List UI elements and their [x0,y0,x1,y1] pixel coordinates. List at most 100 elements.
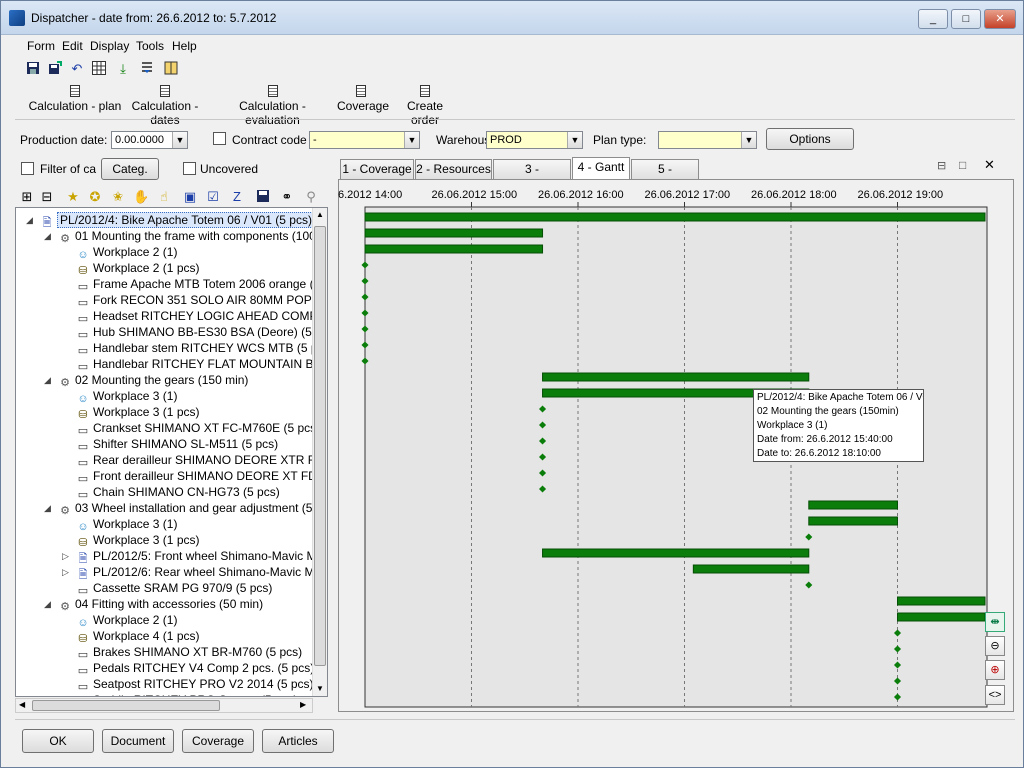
scroll-left-icon[interactable]: ◀ [19,700,25,709]
tree-item[interactable]: ▷🗎PL/2012/5: Front wheel Shimano-Mavic M… [62,548,327,565]
grid-icon[interactable] [91,61,107,77]
calculation-dates-button[interactable]: Calculation - dates [118,83,212,127]
tree-item[interactable]: ▭ Crankset SHIMANO XT FC-M760E (5 pcs) [76,420,320,437]
chevron-down-icon[interactable]: ▼ [741,132,756,148]
panel-close-icon[interactable]: ✕ [984,157,995,173]
gantt-bar[interactable] [542,372,810,382]
calculation-evaluation-button[interactable]: Calculation - evaluation [215,83,330,127]
tab-collisions[interactable]: 5 - Collisions [631,159,699,194]
tree-item[interactable]: ☺ Workplace 3 (1) [76,388,177,405]
close-button[interactable]: ✕ [984,9,1016,29]
collapse-all-icon[interactable]: ⊟ [39,189,55,205]
tree-item[interactable]: ▭Saddle RITCHEY PRO Stream (5 pcs) [76,692,298,696]
tree-item[interactable]: ◢ ⚙ 03 Wheel installation and gear adjustm… [44,500,327,517]
save-tree-icon[interactable] [255,189,271,205]
filter-category-checkbox[interactable] [21,162,34,175]
ok-button[interactable]: OK [22,729,94,753]
menu-tools[interactable]: Tools [136,39,164,53]
tab-resources[interactable]: 2 - Resources [415,159,492,179]
tab-coverage[interactable]: 1 - Coverage [340,159,414,179]
uncovered-checkbox[interactable] [183,162,196,175]
tree-item[interactable]: ▭ Hub SHIMANO BB-ES30 BSA (Deore) (5 pcs) [76,324,327,341]
tree-item[interactable]: ⛁ Workplace 2 (1 pcs) [76,260,199,277]
tree-item[interactable]: ▭Fork RECON 351 SOLO AIR 80MM POPLOC (5 … [76,292,327,309]
plan-type-combo[interactable]: ▼ [658,131,757,149]
tree-expander-icon[interactable]: ◢ [44,596,51,612]
tree-item[interactable]: ⛁ Workplace 3 (1 pcs) [76,404,199,421]
list-icon[interactable] [139,61,155,77]
tree-view[interactable]: ◢ 🗎 PL/2012/4: Bike Apache Totem 06 / V01 … [15,207,328,697]
tree-item[interactable]: ⛁ Workplace 4 (1 pcs) [76,628,199,645]
tree-item[interactable]: ▭ Chain SHIMANO CN-HG73 (5 pcs) [76,484,280,501]
tree-item[interactable]: ◢ 🗎 PL/2012/4: Bike Apache Totem 06 / V01 … [26,212,315,229]
zoom-out-icon[interactable]: ⊖ [985,636,1005,656]
options-button[interactable]: Options [766,128,854,150]
tree-vertical-scrollbar[interactable]: ▲ ▼ [312,208,327,696]
gantt-bar[interactable] [897,596,986,606]
panel-minimize-icon[interactable]: ⊟ [937,159,946,172]
scroll-right-icon[interactable]: ▶ [300,700,306,709]
tree-item[interactable]: ▭ Pedals RITCHEY V4 Comp 2 pcs. (5 pcs) [76,660,314,677]
contract-code-checkbox[interactable] [213,132,226,145]
panel-maximize-icon[interactable]: □ [959,158,966,172]
star-icon[interactable]: ★ [65,189,81,205]
tree-item[interactable]: ▭ Frame Apache MTB Totem 2006 orange (5 p… [76,276,327,293]
contract-code-combo[interactable]: - ▼ [309,131,420,149]
star-plus-icon[interactable]: ✪ [87,189,103,205]
tree-item[interactable]: ◢ ⚙ 02 Mounting the gears (150 min) [44,372,248,389]
category-button[interactable]: Categ. [101,158,159,180]
hand-point-icon[interactable]: ☝ [156,189,172,205]
tree-expander-icon[interactable]: ▷ [62,564,69,580]
zorder-icon[interactable]: Z [229,189,245,205]
import-icon[interactable]: ⤓ [115,61,131,77]
menu-edit[interactable]: Edit [62,39,83,53]
tree-item[interactable]: ▭ Brakes SHIMANO XT BR-M760 (5 pcs) [76,644,302,661]
tree-item[interactable]: ▭ Shifter SHIMANO SL-M511 (5 pcs) [76,436,278,453]
production-date-combo[interactable]: 0.00.0000 ▼ [111,131,188,149]
menu-form[interactable]: Form [27,39,55,53]
gantt-bar[interactable] [364,228,544,238]
menu-display[interactable]: Display [90,39,129,53]
tree-expander-icon[interactable]: ◢ [44,228,51,244]
chevron-down-icon[interactable]: ▼ [567,132,582,148]
calculation-plan-button[interactable]: Calculation - plan [27,83,123,113]
tree-expander-icon[interactable]: ◢ [26,212,33,228]
binoculars-icon[interactable]: ⚭ [279,189,295,205]
undo-icon[interactable]: ↶ [69,61,85,77]
tab-gantt[interactable]: 4 - Gantt [572,157,630,180]
tree-item[interactable]: ▭Headset RITCHEY LOGIC AHEAD COMP V2 (5 … [76,308,327,325]
gantt-bar[interactable] [364,212,986,222]
coverage-button[interactable]: Coverage [182,729,254,753]
filter-icon[interactable]: ⚲ [303,189,319,205]
tree-horizontal-scrollbar[interactable]: ◀ ▶ [15,698,313,713]
warehouse-combo[interactable]: PROD ▼ [486,131,583,149]
maximize-button[interactable]: □ [951,9,981,29]
tree-item[interactable]: ▭ Cassette SRAM PG 970/9 (5 pcs) [76,580,273,597]
gantt-bar[interactable] [808,500,898,510]
tree-item[interactable]: ☺ Workplace 2 (1) [76,612,177,629]
tab-documents[interactable]: 3 - Documents [493,159,571,194]
tree-item[interactable]: ⛁ Workplace 3 (1 pcs) [76,532,199,549]
gantt-bar[interactable] [364,244,544,254]
tree-item[interactable]: ☺ Workplace 2 (1) [76,244,177,261]
select-icon[interactable]: ▣ [182,189,198,205]
gantt-bar[interactable] [808,516,898,526]
chevron-down-icon[interactable]: ▼ [404,132,419,148]
hscroll-thumb[interactable] [32,700,220,711]
tree-item[interactable]: ▭ Rear derailleur SHIMANO DEORE XTR RD-M9 [76,452,327,469]
tree-item[interactable]: ◢ ⚙ 04 Fitting with accessories (50 min) [44,596,263,613]
minimize-button[interactable]: _ [918,9,948,29]
book-icon[interactable] [163,61,179,77]
document-button[interactable]: Document [102,729,174,753]
articles-button[interactable]: Articles [262,729,334,753]
star-edit-icon[interactable]: ✬ [110,189,126,205]
menu-help[interactable]: Help [172,39,197,53]
tree-expander-icon[interactable]: ◢ [44,372,51,388]
gantt-bar[interactable] [897,612,986,622]
scroll-thumb[interactable] [314,226,326,666]
tree-item[interactable]: ▭ Handlebar stem RITCHEY WCS MTB (5 pcs) [76,340,327,357]
tree-item[interactable]: ▭ Front derailleur SHIMANO DEORE XT FD-M7… [76,468,327,485]
check-icon[interactable]: ☑ [205,189,221,205]
gantt-bar[interactable] [692,564,810,574]
save-as-icon[interactable] [47,61,63,77]
